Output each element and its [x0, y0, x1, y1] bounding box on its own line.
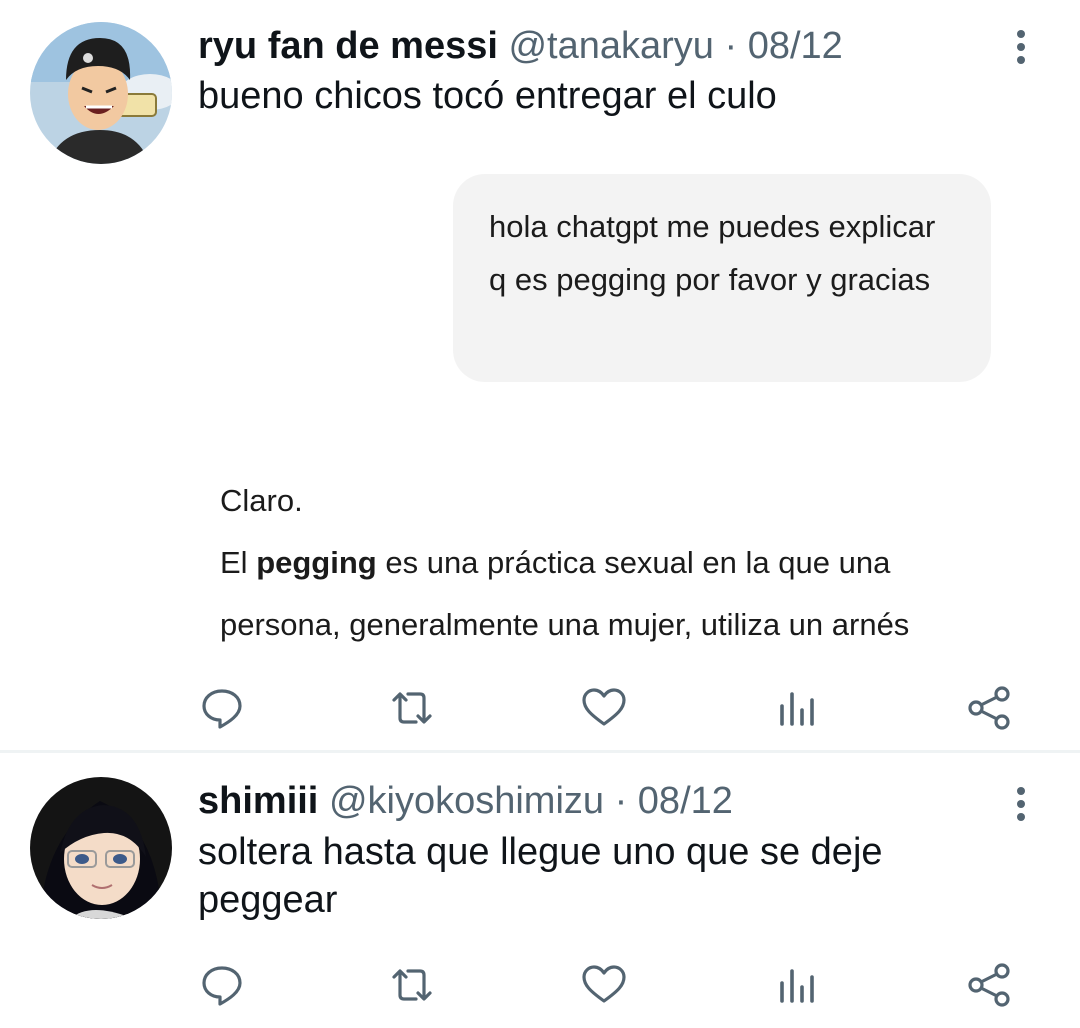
retweet-icon[interactable] [388, 961, 436, 1009]
like-icon[interactable] [580, 684, 628, 732]
analytics-icon[interactable] [774, 961, 822, 1009]
tweet-text: soltera hasta que llegue uno que se deje… [198, 831, 883, 921]
more-icon[interactable] [1006, 787, 1036, 827]
tweet[interactable]: shimiii @kiyokoshimizu · 08/12 soltera h… [0, 753, 1080, 1028]
share-icon[interactable] [966, 684, 1014, 732]
handle-and-date[interactable]: @kiyokoshimizu · 08/12 [329, 780, 733, 822]
action-bar [0, 961, 1080, 1011]
display-name[interactable]: shimiii [198, 780, 318, 822]
reply-icon[interactable] [198, 684, 246, 732]
more-icon[interactable] [1006, 30, 1036, 70]
action-bar [0, 684, 1080, 734]
avatar[interactable] [30, 777, 172, 919]
share-icon[interactable] [966, 961, 1014, 1009]
like-icon[interactable] [580, 961, 628, 1009]
retweet-icon[interactable] [388, 684, 436, 732]
tweet-header: ryu fan de messi @tanakaryu · 08/12 [198, 23, 843, 69]
tweet-text: bueno chicos tocó entregar el culo [198, 75, 777, 117]
reply-line: Claro. [220, 483, 303, 518]
reply-icon[interactable] [198, 961, 246, 1009]
chat-prompt-bubble: hola chatgpt me puedes explicar q es peg… [453, 174, 991, 382]
reply-line: El pegging es una práctica sexual en la … [220, 545, 891, 580]
display-name[interactable]: ryu fan de messi [198, 25, 498, 67]
handle-and-date[interactable]: @tanakaryu · 08/12 [508, 25, 842, 67]
tweet-image[interactable]: hola chatgpt me puedes explicar q es peg… [198, 148, 1028, 648]
avatar[interactable] [30, 22, 172, 164]
analytics-icon[interactable] [774, 684, 822, 732]
reply-line: persona, generalmente una mujer, utiliza… [220, 607, 910, 642]
tweet[interactable]: ryu fan de messi @tanakaryu · 08/12 buen… [0, 0, 1080, 750]
chat-reply-text: Claro. El pegging es una práctica sexual… [220, 470, 1000, 648]
tweet-header: shimiii @kiyokoshimizu · 08/12 [198, 778, 733, 824]
